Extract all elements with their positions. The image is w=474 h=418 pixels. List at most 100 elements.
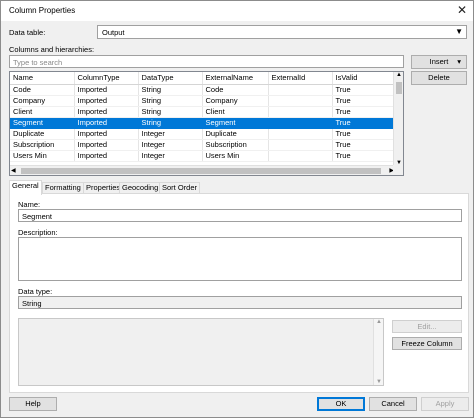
datatype-label: Data type: [18,287,53,296]
insert-button[interactable]: Insert ▾ [411,55,467,69]
table-row[interactable]: Subscription Imported Integer Subscription T… [10,139,396,151]
freeze-column-button[interactable]: Freeze Column [392,337,462,350]
description-field[interactable] [18,237,462,281]
cell: Imported [74,150,139,162]
table-row[interactable]: Company Imported String Company True [10,95,396,107]
column-properties-window: Column Properties ✕ Data table: Output ▼… [0,0,474,418]
cell: True [332,95,396,107]
header-name[interactable]: Name [10,72,75,85]
edit-label: Edit... [417,322,437,331]
cell: Users Min [10,150,75,162]
data-table-label: Data table: [9,28,46,37]
scroll-corner [393,165,403,175]
cell: Imported [74,106,139,118]
cell [268,128,333,140]
cell: True [332,139,396,151]
ok-label: OK [335,399,347,408]
delete-label: Delete [428,73,450,82]
cell: True [332,106,396,118]
edit-button[interactable]: Edit... [392,320,462,333]
cell: Imported [74,128,139,140]
scroll-thumb[interactable] [396,82,402,94]
table-row-selected[interactable]: Segment Imported String Segment True [10,117,396,129]
scroll-down-icon[interactable]: ▼ [376,379,382,385]
cell [268,84,333,96]
cell: Duplicate [202,128,269,140]
scroll-up-icon[interactable]: ▲ [376,319,382,325]
window-title: Column Properties [9,6,76,15]
cell: Duplicate [10,128,75,140]
datatype-value: String [22,299,42,308]
cell: String [138,117,203,129]
general-tab-panel: Name: Segment Description: Data type: St… [9,193,469,393]
cell: Imported [74,84,139,96]
cell: Company [202,95,269,107]
data-table-value: Output [102,28,125,37]
cell: Integer [138,139,203,151]
cell: Client [10,106,75,118]
cell [268,150,333,162]
apply-label: Apply [435,399,455,408]
cell: Imported [74,139,139,151]
grid-header-row: Name ColumnType DataType ExternalName Ex… [10,72,396,85]
table-row[interactable]: Code Imported String Code True [10,84,396,96]
cell: Segment [202,117,269,129]
columns-label: Columns and hierarchies: [9,45,95,54]
ok-button[interactable]: OK [317,397,365,411]
apply-button[interactable]: Apply [421,397,469,411]
datatype-field: String [18,296,462,309]
help-label: Help [25,399,41,408]
header-columntype[interactable]: ColumnType [74,72,139,85]
table-row[interactable]: Duplicate Imported Integer Duplicate True [10,128,396,140]
grid-horizontal-scrollbar[interactable]: ◀ ▶ [10,165,395,175]
cell: Client [202,106,269,118]
cell: String [138,95,203,107]
scroll-up-icon[interactable]: ▲ [396,72,402,78]
grid-vertical-scrollbar[interactable]: ▲ ▼ [393,72,403,166]
data-table-select[interactable]: Output ▼ [97,25,467,39]
help-button[interactable]: Help [9,397,57,411]
header-isvalid[interactable]: IsValid [332,72,396,85]
cell: Subscription [202,139,269,151]
table-row[interactable]: Client Imported String Client True [10,106,396,118]
name-value: Segment [22,212,53,221]
tab-general[interactable]: General [9,180,42,195]
name-field[interactable]: Segment [18,209,462,222]
cell: Subscription [10,139,75,151]
cell [268,117,333,129]
title-bar: Column Properties ✕ [1,1,473,21]
cell: Code [10,84,75,96]
scroll-left-icon[interactable]: ◀ [11,167,16,174]
cell: True [332,128,396,140]
name-label: Name: [18,200,41,209]
columns-grid[interactable]: Name ColumnType DataType ExternalName Ex… [9,71,404,176]
expression-area[interactable]: ▲ ▼ [18,318,384,386]
cancel-label: Cancel [381,399,405,408]
cell [268,106,333,118]
insert-label: Insert [429,57,449,66]
header-datatype[interactable]: DataType [138,72,203,85]
cell [268,95,333,107]
expression-scrollbar[interactable]: ▲ ▼ [373,319,383,385]
cell: Imported [74,117,139,129]
cell: Company [10,95,75,107]
scroll-thumb-horizontal[interactable] [21,168,381,174]
cell: Integer [138,150,203,162]
dropdown-arrow-icon: ▾ [457,57,461,66]
cell: String [138,84,203,96]
header-externalid[interactable]: ExternalId [268,72,333,85]
cell: True [332,150,396,162]
cell: Code [202,84,269,96]
column-search-input[interactable]: Type to search [9,55,404,68]
cell: String [138,106,203,118]
cell: Users Min [202,150,269,162]
cell [268,139,333,151]
chevron-down-icon: ▼ [455,27,463,36]
cell: True [332,84,396,96]
columns-table: Name ColumnType DataType ExternalName Ex… [10,72,396,162]
table-row[interactable]: Users Min Imported Integer Users Min True [10,150,396,162]
delete-button[interactable]: Delete [411,71,467,85]
close-icon[interactable]: ✕ [457,3,467,17]
cancel-button[interactable]: Cancel [369,397,417,411]
header-externalname[interactable]: ExternalName [202,72,269,85]
